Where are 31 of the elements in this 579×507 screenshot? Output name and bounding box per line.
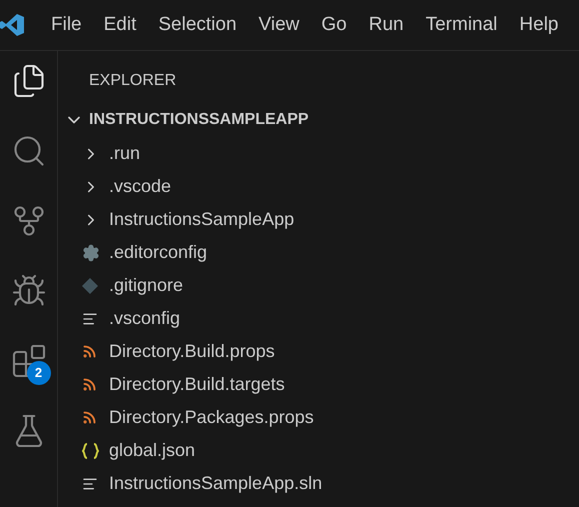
menu-item[interactable]: File: [51, 10, 82, 40]
tree-item[interactable]: .run: [58, 137, 579, 170]
feed-icon: [82, 344, 97, 359]
lines-icon: [82, 476, 98, 492]
tree-item[interactable]: Directory.Build.targets: [58, 368, 579, 401]
tree-item[interactable]: .vsconfig: [58, 302, 579, 335]
menu-item[interactable]: Edit: [104, 10, 136, 40]
menu-item[interactable]: Run: [368, 10, 404, 40]
menu-item[interactable]: Terminal: [426, 10, 498, 40]
count-badge: 2: [26, 361, 50, 385]
tree-item[interactable]: InstructionsSampleApp.sln: [58, 467, 579, 500]
tree-item[interactable]: .vscode: [58, 170, 579, 203]
tree-item[interactable]: InstructionsSampleApp: [58, 203, 579, 236]
tree-item[interactable]: Directory.Packages.props: [58, 401, 579, 434]
feed-icon: [82, 377, 97, 392]
root-folder[interactable]: INSTRUCTIONSSAMPLEAPP: [58, 103, 579, 137]
diamond-icon: [82, 278, 98, 294]
tree-item[interactable]: .gitignore: [58, 269, 579, 302]
menu-item[interactable]: Help: [519, 10, 558, 40]
lines-icon: [82, 310, 98, 326]
panel-title: EXPLORER: [88, 71, 178, 91]
feed-icon: [82, 410, 97, 425]
menu-item[interactable]: Selection: [158, 10, 237, 40]
menu-item[interactable]: Go: [321, 10, 347, 40]
braces-icon: [82, 442, 99, 458]
tree-item[interactable]: global.json: [58, 434, 579, 467]
menu-item[interactable]: View: [258, 10, 300, 40]
tree-item[interactable]: Directory.Build.props: [58, 335, 579, 368]
blocks-icon: [10, 343, 46, 379]
logo-icon: [0, 13, 24, 37]
tree-item[interactable]: .editorconfig: [58, 236, 579, 269]
